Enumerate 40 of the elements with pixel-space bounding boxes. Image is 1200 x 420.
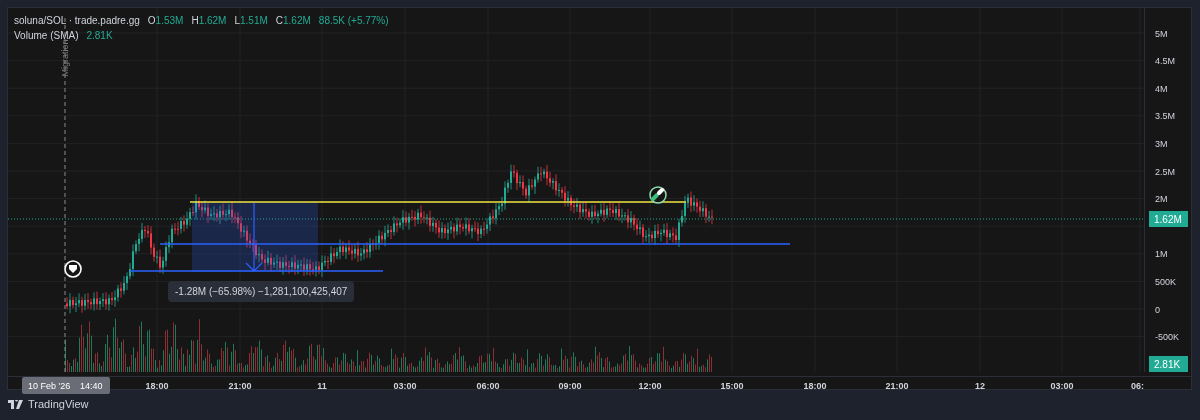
time-tick: 12:00	[638, 380, 662, 391]
time-tick: 09:00	[558, 380, 582, 391]
price-tick: 500K	[1155, 276, 1177, 287]
time-tick: 21:00	[885, 380, 909, 391]
price-tick: 5M	[1155, 28, 1168, 39]
logo-icon	[8, 399, 24, 409]
ohlc-value: O1.53M	[147, 14, 184, 28]
measure-tooltip: -1.28M (−65.98%) −1,281,100,425,407	[168, 281, 355, 302]
indicator-value: 2.81K	[86, 29, 113, 43]
event-label: Migration	[60, 39, 70, 77]
time-tick: 18:00	[803, 380, 827, 391]
brand-name: TradingView	[28, 397, 89, 412]
price-change: 88.5K (+5.77%)	[318, 14, 389, 28]
volume-tag: 2.81K	[1149, 356, 1189, 372]
time-tick: 06:00	[476, 380, 500, 391]
symbol-title: soluna/SOL · trade.padre.gg	[14, 14, 140, 28]
ohlc-value: H1.62M	[191, 14, 227, 28]
time-tick: 03:00	[1050, 380, 1074, 391]
measure-arrow	[245, 202, 263, 272]
time-tick: 03:00	[393, 380, 417, 391]
time-tick: 11	[317, 380, 327, 391]
time-tick: 15:00	[720, 380, 744, 391]
ohlc-value: C1.62M	[275, 14, 311, 28]
time-tick: 21:00	[228, 380, 252, 391]
ohlc-value: L1.51M	[234, 14, 268, 28]
price-tick: 4M	[1155, 83, 1168, 94]
price-tick: 2M	[1155, 194, 1168, 205]
current-price-tag: 1.62M	[1149, 211, 1189, 227]
price-tick: 4.5M	[1155, 56, 1176, 67]
price-tick: 3.5M	[1155, 111, 1176, 122]
price-tick: 2.5M	[1155, 166, 1176, 177]
price-tick: -500K	[1155, 332, 1180, 343]
price-tick: 3M	[1155, 138, 1168, 149]
pill-icon	[649, 186, 667, 204]
price-tick: 0	[1155, 304, 1161, 315]
price-tick: 1M	[1155, 249, 1168, 260]
coin-icon	[64, 260, 82, 278]
time-tick: 06:	[1131, 380, 1144, 391]
time-tick: 12	[975, 380, 985, 391]
time-tick: 18:00	[145, 380, 169, 391]
